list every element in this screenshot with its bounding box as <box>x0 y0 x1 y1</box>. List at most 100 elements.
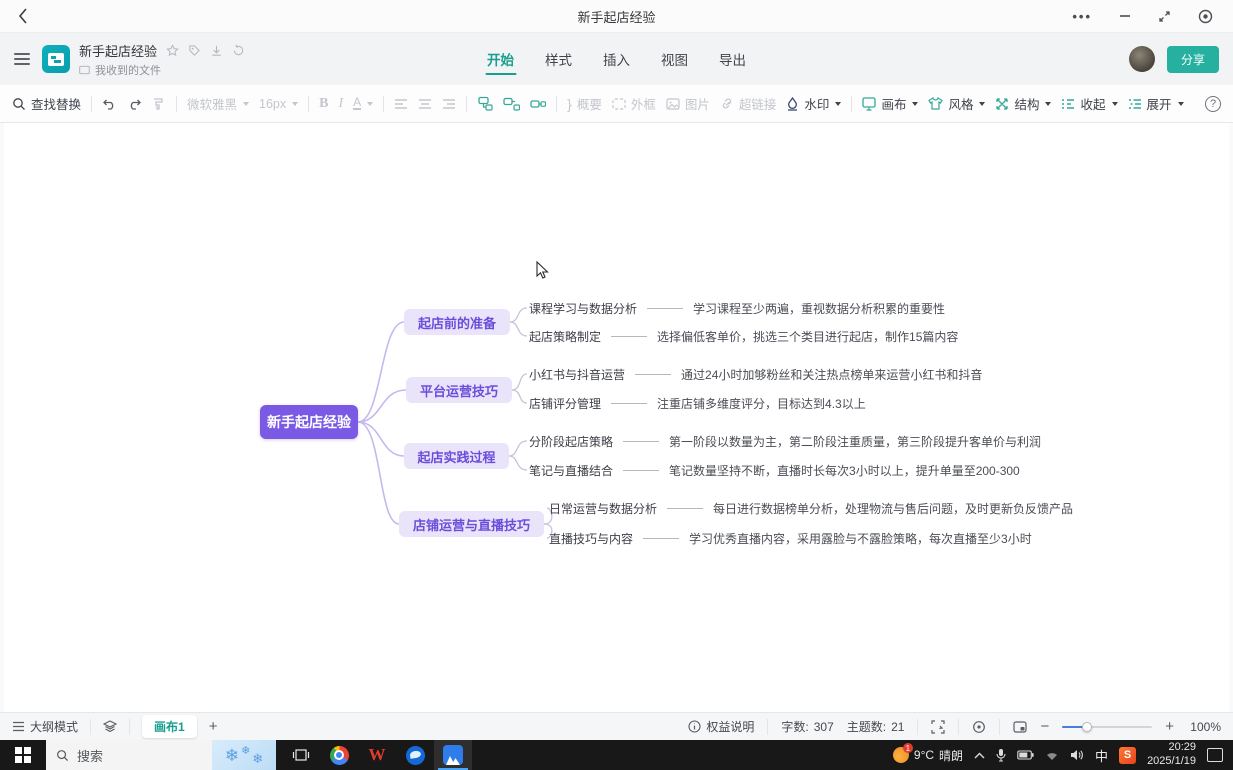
layers-button[interactable] <box>103 720 117 733</box>
battery-icon[interactable] <box>1017 750 1034 760</box>
frame-button[interactable]: 外框 <box>612 94 656 113</box>
weather-icon: 1 <box>893 747 909 763</box>
chrome-app-icon[interactable] <box>320 740 358 770</box>
watermark-button[interactable]: 水印 <box>786 94 841 113</box>
mindmap-leaf-row[interactable]: 小红书与抖音运营通过24小时加够粉丝和关注热点榜单来运营小红书和抖音 <box>529 365 982 383</box>
image-button[interactable]: 图片 <box>666 94 710 113</box>
help-button[interactable]: ? <box>1205 96 1221 112</box>
ime-indicator[interactable]: 中 <box>1095 746 1108 765</box>
zoom-slider[interactable] <box>1062 726 1152 728</box>
tab-start[interactable]: 开始 <box>485 43 516 75</box>
user-avatar[interactable] <box>1129 46 1155 72</box>
mindmap-root-node[interactable]: 新手起店经验 <box>260 405 358 439</box>
find-replace-button[interactable]: 查找替换 <box>12 94 81 113</box>
history-icon[interactable] <box>232 44 245 57</box>
wps-app-icon[interactable]: W <box>358 740 396 770</box>
undo-button[interactable] <box>102 97 117 111</box>
zoom-in-button[interactable]: + <box>1165 719 1174 734</box>
microphone-icon[interactable] <box>996 748 1006 762</box>
hidden-icons-chevron[interactable] <box>974 752 985 759</box>
window-title: 新手起店经验 <box>0 7 1233 26</box>
document-title[interactable]: 新手起店经验 <box>79 41 157 60</box>
tag-icon[interactable] <box>188 44 201 57</box>
share-button[interactable]: 分享 <box>1167 46 1219 73</box>
redo-button[interactable] <box>127 97 142 111</box>
mindmap-branch-node[interactable]: 起店实践过程 <box>404 443 509 469</box>
insert-subtopic-button[interactable] <box>477 96 493 111</box>
record-button[interactable] <box>1198 9 1213 24</box>
taskbar-search-input[interactable]: 搜索 <box>46 740 212 770</box>
style-button[interactable]: 风格 <box>928 94 985 113</box>
align-center-button[interactable] <box>418 98 432 110</box>
mindmap-leaf-row[interactable]: 起店策略制定选择偏低客单价，挑选三个类目进行起店，制作15篇内容 <box>529 327 958 345</box>
mindmap-leaf-row[interactable]: 课程学习与数据分析学习课程至少两遍，重视数据分析积累的重要性 <box>529 299 945 317</box>
mindmap-connectors <box>4 123 1229 712</box>
tshirt-icon <box>928 97 943 110</box>
ribbon-tabs: 开始 样式 插入 视图 导出 <box>485 33 748 85</box>
app-logo-icon[interactable] <box>42 45 70 73</box>
temperature: 9°C <box>914 748 934 762</box>
mindmap-leaf-row[interactable]: 店铺评分管理注重店铺多维度评分，目标达到4.3以上 <box>529 394 866 412</box>
canvas-tab-1[interactable]: 画布1 <box>142 715 197 738</box>
font-color-button[interactable]: A <box>353 97 373 110</box>
add-canvas-button[interactable]: + <box>209 719 218 734</box>
mindmap-app-icon[interactable] <box>434 740 472 770</box>
zoom-out-button[interactable]: − <box>1040 719 1049 734</box>
mindmap-branch-node[interactable]: 起店前的准备 <box>404 309 510 335</box>
mindmap-leaf-row[interactable]: 分阶段起店策略第一阶段以数量为主，第二阶段注重质量，第三阶段提升客单价与利润 <box>529 432 1041 450</box>
download-icon[interactable] <box>210 44 223 57</box>
search-icon <box>56 749 69 762</box>
weather-widget[interactable]: ❄ ❄ ❄ <box>212 740 276 770</box>
align-right-button[interactable] <box>442 98 456 110</box>
insert-sibling-topic-button[interactable] <box>503 97 520 111</box>
canvas-button[interactable]: 画布 <box>862 94 918 113</box>
mindmap-leaf-row[interactable]: 笔记与直播结合笔记数量坚持不断，直播时长每次3小时以上，提升单量至200-300 <box>529 461 1020 479</box>
italic-button[interactable]: I <box>338 96 343 112</box>
back-button[interactable] <box>0 8 46 24</box>
hyperlink-button[interactable]: 超链接 <box>720 94 777 113</box>
mindmap-leaf-row[interactable]: 直播技巧与内容学习优秀直播内容，采用露脸与不露脸策略，每次直播至少3小时 <box>549 529 1032 547</box>
browser-app-icon[interactable] <box>396 740 434 770</box>
tab-export[interactable]: 导出 <box>717 43 748 75</box>
tray-weather[interactable]: 1 9°C 晴朗 <box>893 747 963 764</box>
more-options-button[interactable]: ••• <box>1072 9 1092 24</box>
locate-center-button[interactable] <box>972 720 986 734</box>
notification-badge: 1 <box>903 743 913 753</box>
align-left-button[interactable] <box>394 98 408 110</box>
expand-button[interactable]: 展开 <box>1128 94 1184 113</box>
mindmap-branch-node[interactable]: 平台运营技巧 <box>406 377 512 403</box>
rights-info-button[interactable]: 权益说明 <box>688 718 754 735</box>
tab-insert[interactable]: 插入 <box>601 43 632 75</box>
network-icon[interactable] <box>1045 750 1059 761</box>
mindmap-branch-node[interactable]: 店铺运营与直播技巧 <box>399 511 544 537</box>
bold-button[interactable]: B <box>319 96 328 112</box>
start-button[interactable] <box>0 740 46 770</box>
font-family-select[interactable]: 微软雅黑 <box>187 94 249 113</box>
task-view-button[interactable] <box>282 740 320 770</box>
summary-button[interactable]: }概要 <box>567 94 602 113</box>
snowflake-icon: ❄ <box>225 747 239 764</box>
insert-parent-topic-button[interactable] <box>530 97 546 111</box>
minimap-button[interactable] <box>1013 721 1027 733</box>
font-size-select[interactable]: 16px <box>259 97 298 111</box>
minimize-button[interactable] <box>1119 10 1131 22</box>
mouse-cursor <box>536 261 550 281</box>
tab-style[interactable]: 样式 <box>543 43 574 75</box>
sogou-input-icon[interactable]: S <box>1119 747 1136 764</box>
volume-icon[interactable] <box>1070 749 1084 761</box>
mindmap-leaf-row[interactable]: 日常运营与数据分析每日进行数据榜单分析，处理物流与售后问题，及时更新负反馈产品 <box>549 499 1073 517</box>
favorite-star-icon[interactable] <box>166 44 179 57</box>
fullscreen-button[interactable] <box>931 720 945 734</box>
collapse-button[interactable]: 收起 <box>1061 94 1117 113</box>
main-menu-button[interactable] <box>14 53 30 65</box>
mindmap-canvas[interactable]: 新手起店经验 起店前的准备 平台运营技巧 起店实践过程 店铺运营与直播技巧 课程… <box>0 123 1233 712</box>
structure-button[interactable]: 结构 <box>995 94 1051 113</box>
format-painter-button[interactable] <box>152 97 166 111</box>
document-location[interactable]: 我收到的文件 <box>95 62 161 78</box>
outline-mode-button[interactable]: 大纲模式 <box>12 718 78 735</box>
zoom-slider-knob[interactable] <box>1082 722 1092 732</box>
tab-view[interactable]: 视图 <box>659 43 690 75</box>
resize-button[interactable] <box>1158 10 1171 23</box>
action-center-button[interactable] <box>1207 748 1223 762</box>
clock[interactable]: 20:29 2025/1/19 <box>1147 741 1196 769</box>
